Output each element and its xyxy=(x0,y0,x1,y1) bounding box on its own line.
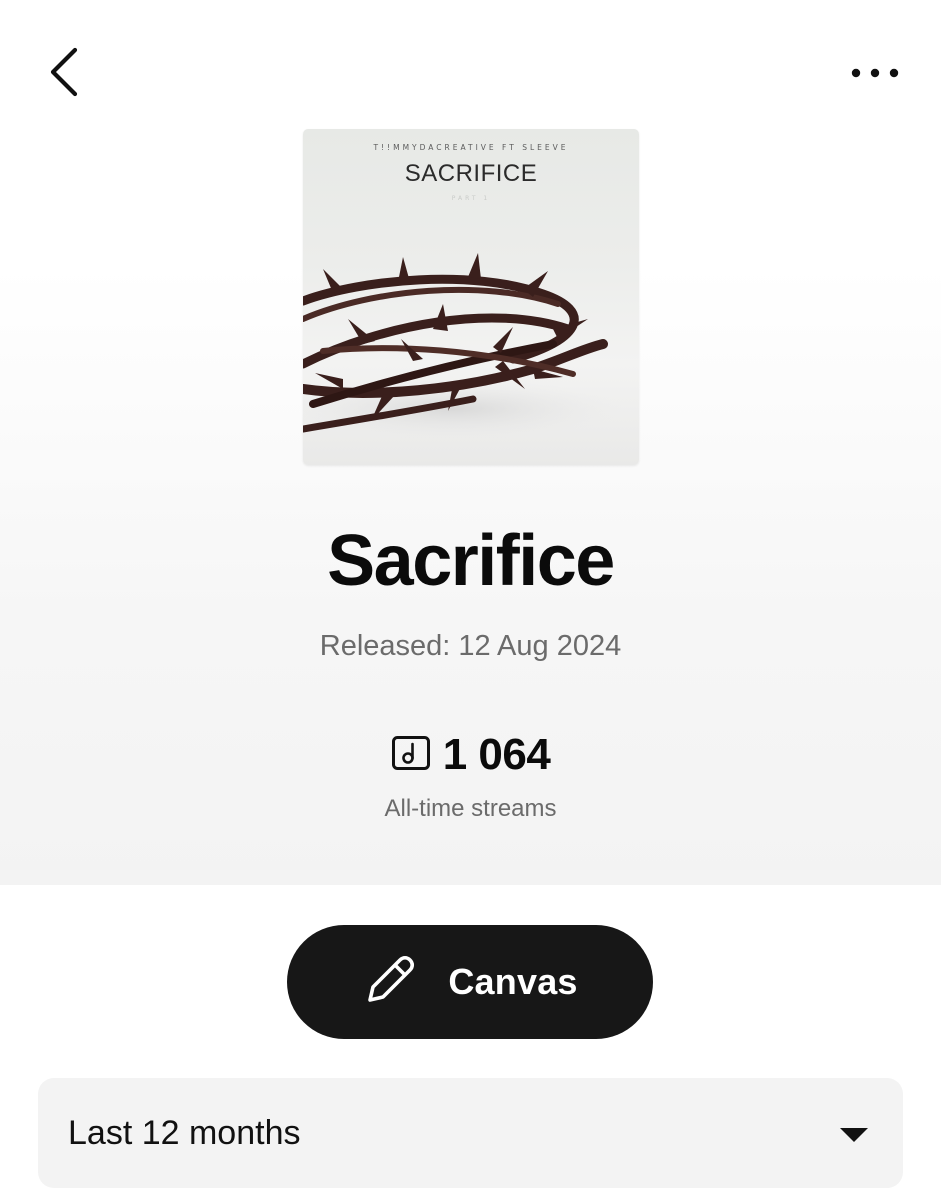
cover-title-text: SACRIFICE xyxy=(404,160,538,187)
canvas-button[interactable]: Canvas xyxy=(287,925,653,1039)
caret-down-icon xyxy=(839,1127,869,1148)
streams-label: All-time streams xyxy=(384,795,557,822)
more-horizontal-icon xyxy=(850,66,900,84)
music-note-icon xyxy=(391,735,431,776)
release-info: Released: 12 Aug 2024 xyxy=(0,630,941,663)
period-dropdown[interactable]: Last 12 months xyxy=(38,1078,903,1188)
chevron-left-icon xyxy=(46,47,80,102)
track-title: Sacrifice xyxy=(327,521,615,601)
more-options-button[interactable] xyxy=(840,54,910,96)
back-button[interactable] xyxy=(38,44,88,104)
streams-stat: 1 064 xyxy=(0,730,941,780)
cover-art: T!!MMYDACREATIVE FT SLEEVE SACRIFICE PAR… xyxy=(303,129,639,465)
canvas-button-label: Canvas xyxy=(448,961,578,1002)
streams-count: 1 064 xyxy=(442,730,551,779)
release-label: Released: xyxy=(319,630,451,662)
period-selected-value: Last 12 months xyxy=(68,1114,301,1152)
crown-of-thorns-image xyxy=(303,253,623,439)
cover-artist-text: T!!MMYDACREATIVE FT SLEEVE xyxy=(373,143,569,152)
pencil-icon xyxy=(362,952,418,1013)
cover-subtitle-text: PART 1 xyxy=(451,195,491,202)
release-date: 12 Aug 2024 xyxy=(458,630,622,662)
